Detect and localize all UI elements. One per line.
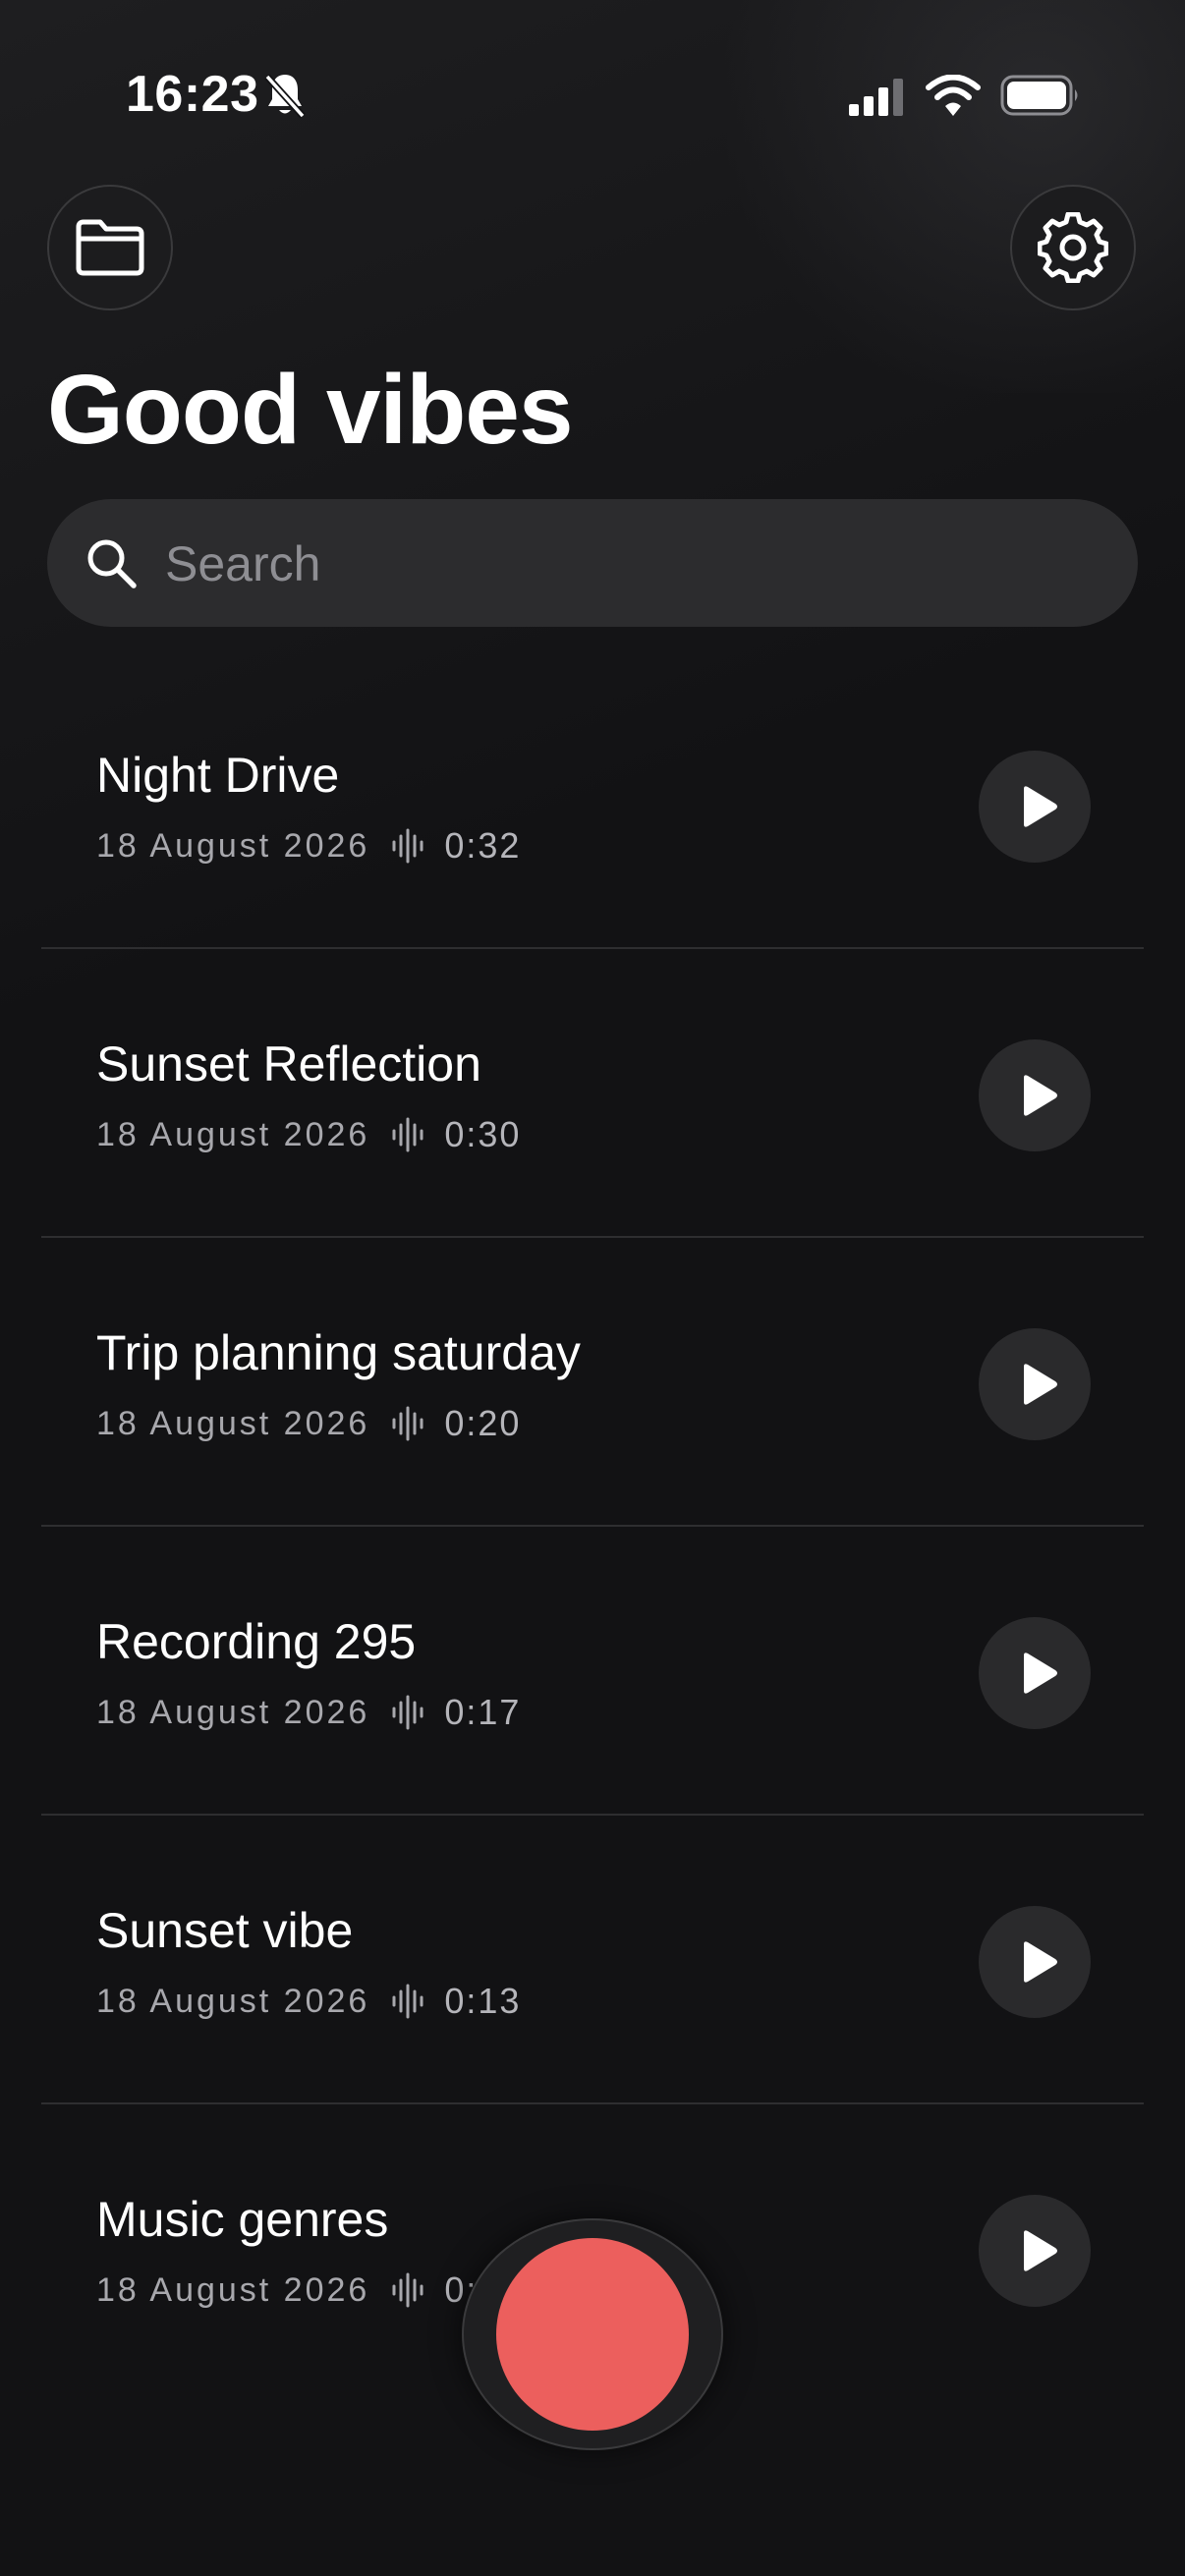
recording-meta: 18 August 2026 0:20 [96, 1403, 521, 1444]
recording-meta: 18 August 2026 0:30 [96, 1114, 521, 1155]
recording-duration: 0:20 [444, 1403, 522, 1443]
waveform-icon [392, 828, 423, 864]
recording-title: Sunset Reflection [96, 1036, 481, 1092]
recording-date: 18 August 2026 [96, 1693, 370, 1731]
recording-title: Sunset vibe [96, 1903, 354, 1958]
recording-row[interactable]: Sunset Reflection 18 August 2026 0:30 [41, 949, 1144, 1238]
recording-date: 18 August 2026 [96, 826, 370, 865]
play-icon [1024, 1941, 1057, 1983]
play-icon [1024, 2230, 1057, 2271]
waveform-icon [392, 1117, 423, 1152]
folder-button[interactable] [47, 185, 173, 310]
recording-meta: 18 August 2026 0:13 [96, 1981, 521, 2022]
recording-row[interactable]: Sunset vibe 18 August 2026 0:13 [41, 1816, 1144, 2104]
recording-title: Trip planning saturday [96, 1325, 581, 1380]
play-icon [1024, 1652, 1057, 1694]
play-button[interactable] [979, 1617, 1091, 1729]
status-bar: 16:23 [0, 0, 1185, 187]
recording-duration: 0:17 [444, 1692, 522, 1732]
cellular-signal-icon [849, 79, 903, 116]
gear-icon [1038, 212, 1108, 283]
folder-icon [76, 219, 144, 276]
recording-title: Music genres [96, 2192, 389, 2247]
play-button[interactable] [979, 1039, 1091, 1151]
waveform-icon [392, 1984, 423, 2019]
recording-row[interactable]: Trip planning saturday 18 August 2026 0:… [41, 1238, 1144, 1527]
recording-meta: 18 August 2026 0: [96, 2269, 478, 2311]
search-bar[interactable] [47, 499, 1138, 627]
recording-date: 18 August 2026 [96, 1115, 370, 1153]
play-button[interactable] [979, 2195, 1091, 2307]
waveform-icon [392, 1695, 423, 1730]
recordings-list: Night Drive 18 August 2026 0:32 Sunset R… [0, 660, 1185, 2393]
recording-meta: 18 August 2026 0:17 [96, 1692, 521, 1733]
recording-row[interactable]: Recording 295 18 August 2026 0:17 [41, 1527, 1144, 1816]
app-screen: 16:23 Good vibes Search Night Drive 18 A… [0, 0, 1185, 2576]
bell-muted-icon [264, 74, 306, 119]
waveform-icon [392, 2272, 423, 2308]
play-button[interactable] [979, 1906, 1091, 2018]
battery-icon [1000, 75, 1078, 116]
search-icon [87, 539, 137, 588]
play-icon [1024, 1364, 1057, 1405]
recording-date: 18 August 2026 [96, 1404, 370, 1442]
recording-meta: 18 August 2026 0:32 [96, 825, 521, 867]
recording-row[interactable]: Night Drive 18 August 2026 0:32 [41, 660, 1144, 949]
play-icon [1024, 786, 1057, 827]
recording-duration: 0:30 [444, 1114, 522, 1154]
play-icon [1024, 1075, 1057, 1116]
page-title: Good vibes [47, 355, 574, 465]
record-button-container [462, 2218, 723, 2450]
recording-title: Recording 295 [96, 1614, 417, 1669]
recording-date: 18 August 2026 [96, 1982, 370, 2020]
recording-duration: 0:13 [444, 1981, 522, 2021]
recording-duration: 0:32 [444, 825, 522, 866]
settings-button[interactable] [1010, 185, 1136, 310]
play-button[interactable] [979, 751, 1091, 863]
recording-title: Night Drive [96, 748, 340, 803]
play-button[interactable] [979, 1328, 1091, 1440]
wifi-icon [926, 75, 981, 116]
status-time: 16:23 [126, 66, 259, 123]
waveform-icon [392, 1406, 423, 1441]
recording-date: 18 August 2026 [96, 2270, 370, 2309]
search-input[interactable] [163, 523, 1100, 605]
record-button[interactable] [496, 2238, 689, 2431]
